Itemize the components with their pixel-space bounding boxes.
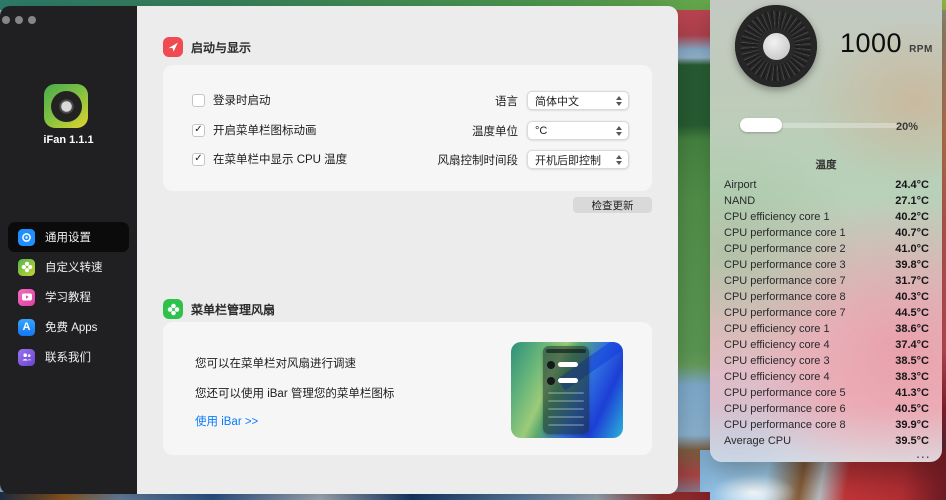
temp-row: CPU performance core 744.5°C <box>710 305 942 321</box>
sidebar-item-label: 免费 Apps <box>45 319 97 335</box>
gear-icon <box>18 229 35 246</box>
temperature-header: 温度 <box>710 157 942 172</box>
info-line: 您可以在菜单栏对风扇进行调速 <box>195 355 356 371</box>
close-window-button[interactable] <box>2 16 10 24</box>
sidebar: iFan 1.1.1 通用设置 自定义转速 <box>0 6 137 494</box>
temp-row: CPU performance core 840.3°C <box>710 289 942 305</box>
info-line: 您还可以使用 iBar 管理您的菜单栏图标 <box>195 385 394 401</box>
launch-display-section-header: 启动与显示 <box>163 37 251 57</box>
language-select[interactable]: 简体中文 <box>527 91 629 110</box>
stepper-icon <box>613 152 624 167</box>
login-launch-row: 登录时启动 <box>192 93 271 107</box>
preview-popover <box>543 346 589 434</box>
sidebar-item-free-apps[interactable]: A 免费 Apps <box>8 312 129 342</box>
temp-row: Airport24.4°C <box>710 177 942 193</box>
fan-control-period-select[interactable]: 开机后即控制 <box>527 150 629 169</box>
ifan-settings-window: iFan 1.1.1 通用设置 自定义转速 <box>0 6 678 494</box>
fan-logo-icon <box>51 91 82 122</box>
checkbox-label: 登录时启动 <box>213 92 271 108</box>
sidebar-item-label: 自定义转速 <box>45 259 103 275</box>
temp-unit-select[interactable]: °C <box>527 121 629 140</box>
section-title: 启动与显示 <box>191 39 251 56</box>
temp-unit-row: 温度单位 °C <box>363 121 629 140</box>
sidebar-item-tutorial[interactable]: 学习教程 <box>8 282 129 312</box>
app-version-label: iFan 1.1.1 <box>0 134 137 146</box>
select-value: 开机后即控制 <box>535 152 613 168</box>
people-icon <box>18 349 35 366</box>
menubar-cpu-temp-row: ✓ 在菜单栏中显示 CPU 温度 <box>192 152 347 166</box>
temp-row: CPU performance core 241.0°C <box>710 241 942 257</box>
check-update-button[interactable]: 检查更新 <box>573 197 652 213</box>
sidebar-item-contact-us[interactable]: 联系我们 <box>8 342 129 372</box>
temp-row: CPU performance core 541.3°C <box>710 385 942 401</box>
slider-thumb[interactable] <box>740 118 782 132</box>
sidebar-item-label: 学习教程 <box>45 289 91 305</box>
menubar-animation-row: ✓ 开启菜单栏图标动画 <box>192 123 317 137</box>
language-row: 语言 简体中文 <box>363 91 629 110</box>
temp-row: CPU efficiency core 338.5°C <box>710 353 942 369</box>
menubar-fan-card: 您可以在菜单栏对风扇进行调速 您还可以使用 iBar 管理您的菜单栏图标 使用 … <box>163 322 652 455</box>
fan-control-period-row: 风扇控制时间段 开机后即控制 <box>363 150 629 169</box>
fan-clover-icon <box>18 259 35 276</box>
temp-row: CPU performance core 339.8°C <box>710 257 942 273</box>
checkbox-show-cpu-temp[interactable]: ✓ <box>192 153 205 166</box>
section-title: 菜单栏管理风扇 <box>191 301 275 318</box>
sidebar-menu: 通用设置 自定义转速 学习教程 <box>8 222 129 372</box>
sidebar-item-general-settings[interactable]: 通用设置 <box>8 222 129 252</box>
temp-row: CPU performance core 731.7°C <box>710 273 942 289</box>
fan-speed-percent: 20% <box>896 121 928 133</box>
window-controls <box>2 16 36 24</box>
stepper-icon <box>613 93 624 108</box>
fan-wheel-icon <box>735 5 817 87</box>
checkbox-launch-at-login[interactable] <box>192 94 205 107</box>
fan-status-popover: 1000 RPM 20% 温度 Airport24.4°C NAND27.1°C… <box>710 0 942 462</box>
temp-row: CPU performance core 640.5°C <box>710 401 942 417</box>
stepper-icon <box>613 123 624 138</box>
fan-speed-slider[interactable] <box>740 116 900 134</box>
settings-content: 启动与显示 登录时启动 ✓ 开启菜单栏图标动画 ✓ 在菜单栏中显示 CPU 温度… <box>137 6 678 494</box>
rpm-value: 1000 <box>840 28 902 59</box>
temp-row: Average CPU39.5°C <box>710 433 942 449</box>
temp-row: NAND27.1°C <box>710 193 942 209</box>
desktop-wallpaper <box>672 0 714 500</box>
temp-row: CPU performance core 839.9°C <box>710 417 942 433</box>
menubar-fan-section-header: 菜单栏管理风扇 <box>163 299 275 319</box>
fan-clover-icon <box>163 299 183 319</box>
temp-row: CPU performance core 140.7°C <box>710 225 942 241</box>
launch-display-card: 登录时启动 ✓ 开启菜单栏图标动画 ✓ 在菜单栏中显示 CPU 温度 语言 简体… <box>163 65 652 191</box>
video-play-icon <box>18 289 35 306</box>
select-value: 简体中文 <box>535 93 613 109</box>
minimize-window-button[interactable] <box>15 16 23 24</box>
select-value: °C <box>535 125 613 137</box>
select-label: 风扇控制时间段 <box>363 152 518 168</box>
checkbox-menubar-icon-animation[interactable]: ✓ <box>192 124 205 137</box>
select-label: 温度单位 <box>363 123 518 139</box>
temp-row: CPU efficiency core 138.6°C <box>710 321 942 337</box>
temperature-list: Airport24.4°C NAND27.1°C CPU efficiency … <box>710 177 942 449</box>
menubar-preview-image <box>511 342 623 438</box>
app-store-icon: A <box>18 319 35 336</box>
paper-plane-icon <box>163 37 183 57</box>
rpm-unit-label: RPM <box>909 44 933 55</box>
sidebar-item-custom-speed[interactable]: 自定义转速 <box>8 252 129 282</box>
app-icon <box>44 84 88 128</box>
fan-hub <box>763 33 790 60</box>
select-label: 语言 <box>363 93 518 109</box>
use-ibar-link[interactable]: 使用 iBar >> <box>195 413 258 429</box>
more-options-button[interactable]: ... <box>917 452 931 460</box>
temp-row: CPU efficiency core 437.4°C <box>710 337 942 353</box>
temp-row: CPU efficiency core 140.2°C <box>710 209 942 225</box>
sidebar-item-label: 通用设置 <box>45 229 91 245</box>
checkbox-label: 在菜单栏中显示 CPU 温度 <box>213 151 347 167</box>
checkbox-label: 开启菜单栏图标动画 <box>213 122 317 138</box>
rpm-readout: 1000 RPM <box>840 28 933 59</box>
sidebar-item-label: 联系我们 <box>45 349 91 365</box>
temp-row: CPU efficiency core 438.3°C <box>710 369 942 385</box>
zoom-window-button[interactable] <box>28 16 36 24</box>
